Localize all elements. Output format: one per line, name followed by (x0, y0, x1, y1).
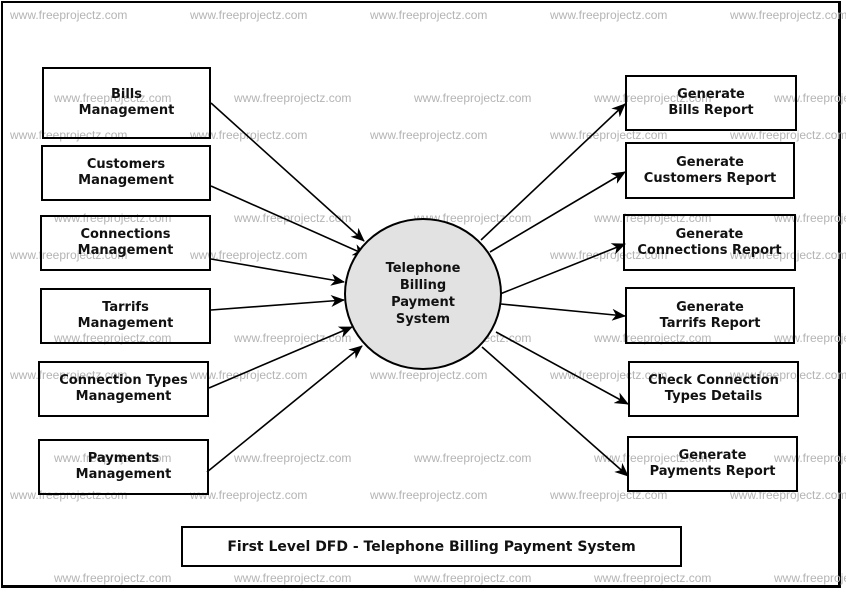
flow-connections-management-arrow (210, 258, 345, 286)
flow-customers-management-arrow (210, 185, 367, 256)
process-telephone-billing-payment-system[interactable]: Telephone Billing Payment System (344, 218, 502, 370)
flow-payments-management-arrow (206, 345, 363, 473)
flow-generate-connections-report-arrow (499, 243, 626, 295)
entity-customers-management[interactable]: Customers Management (41, 145, 211, 201)
flow-connection-types-management-arrow (208, 326, 353, 389)
entity-generate-payments-report[interactable]: Generate Payments Report (627, 436, 798, 492)
flow-tarrifs-management-arrow (210, 294, 345, 311)
flow-check-connection-types-details-arrow (495, 331, 629, 405)
entity-check-connection-types-details[interactable]: Check Connection Types Details (628, 361, 799, 417)
diagram-title: First Level DFD - Telephone Billing Paym… (181, 526, 682, 567)
entity-payments-management[interactable]: Payments Management (38, 439, 209, 495)
entity-bills-management[interactable]: Bills Management (42, 67, 211, 139)
flow-generate-bills-report-arrow (480, 103, 626, 241)
flow-generate-tarrifs-report-arrow (500, 303, 626, 321)
flow-generate-payments-report-arrow (481, 346, 629, 477)
entity-generate-bills-report[interactable]: Generate Bills Report (625, 75, 797, 131)
entity-generate-customers-report[interactable]: Generate Customers Report (625, 142, 795, 199)
entity-connections-management[interactable]: Connections Management (40, 215, 211, 271)
entity-generate-connections-report[interactable]: Generate Connections Report (623, 214, 796, 271)
entity-tarrifs-management[interactable]: Tarrifs Management (40, 288, 211, 344)
entity-connection-types-management[interactable]: Connection Types Management (38, 361, 209, 417)
entity-generate-tarrifs-report[interactable]: Generate Tarrifs Report (625, 287, 795, 344)
